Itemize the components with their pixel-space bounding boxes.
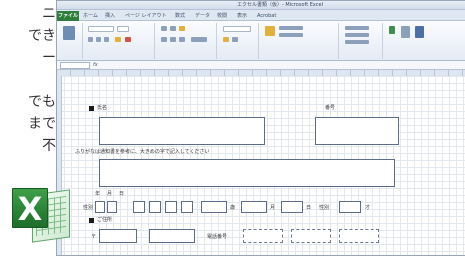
furigana-note: ふりがなは通知書を参考に、大きめの字で記入してください bbox=[75, 149, 210, 155]
cell-styles-icon[interactable] bbox=[279, 33, 303, 37]
editing-group bbox=[385, 23, 433, 59]
phone-label: 電話番号 bbox=[207, 234, 228, 240]
alignment-group bbox=[157, 23, 217, 59]
input-cell[interactable] bbox=[133, 201, 145, 213]
align-left-icon[interactable] bbox=[161, 37, 167, 42]
input-cell[interactable] bbox=[339, 201, 361, 213]
tab-home[interactable]: ホーム bbox=[83, 11, 98, 21]
number-group bbox=[219, 23, 259, 59]
align-right-icon[interactable] bbox=[179, 37, 185, 42]
tab-page-layout[interactable]: ページ レイアウト bbox=[125, 11, 167, 21]
underline-icon[interactable] bbox=[104, 37, 109, 42]
input-cell[interactable] bbox=[241, 201, 267, 213]
cells-group bbox=[341, 23, 383, 59]
unit-label: 日 bbox=[306, 205, 312, 211]
font-color-icon[interactable] bbox=[125, 37, 131, 42]
postal-code-field-2[interactable] bbox=[149, 229, 195, 243]
percent-icon[interactable] bbox=[232, 37, 238, 42]
date-label-year: 年 bbox=[95, 191, 101, 197]
unit-label: 性別 bbox=[319, 205, 330, 211]
align-top-icon[interactable] bbox=[161, 26, 167, 31]
tab-acrobat[interactable]: Acrobat bbox=[257, 11, 276, 21]
wrap-text-icon[interactable] bbox=[179, 26, 185, 31]
postal-mark: 〒 bbox=[91, 234, 97, 240]
input-cell[interactable] bbox=[181, 201, 193, 213]
article-line: ー bbox=[42, 50, 56, 66]
format-cells-icon[interactable] bbox=[345, 40, 369, 44]
font-size-select[interactable] bbox=[117, 26, 129, 32]
insert-cells-icon[interactable] bbox=[345, 26, 369, 30]
tab-insert[interactable]: 挿入 bbox=[105, 11, 115, 21]
unit-label: 才 bbox=[365, 205, 371, 211]
merge-center-icon[interactable] bbox=[191, 37, 207, 42]
quick-access-toolbar[interactable] bbox=[59, 2, 99, 17]
find-select-icon[interactable] bbox=[415, 26, 424, 38]
furigana-field[interactable] bbox=[99, 159, 395, 187]
article-line: でも bbox=[28, 94, 56, 110]
screenshot: ニ でき ー でも まで 不 エクセル書類（仮）- Microsoft Exce… bbox=[0, 0, 465, 256]
clipboard-group bbox=[59, 23, 83, 59]
unit-label: 月 bbox=[270, 205, 276, 211]
sum-icon[interactable] bbox=[389, 26, 395, 34]
ribbon bbox=[57, 21, 465, 61]
input-cell[interactable] bbox=[107, 201, 117, 213]
italic-icon[interactable] bbox=[96, 37, 101, 42]
formula-bar: fx bbox=[57, 61, 465, 70]
bold-icon[interactable] bbox=[88, 37, 93, 42]
name-field[interactable] bbox=[99, 117, 265, 145]
input-cell[interactable] bbox=[201, 201, 227, 213]
excel-logo-icon: X bbox=[12, 188, 72, 246]
article-line: ニ bbox=[42, 6, 56, 22]
section-marker bbox=[89, 218, 94, 223]
styles-group bbox=[261, 23, 339, 59]
window-controls bbox=[436, 2, 463, 17]
tab-formulas[interactable]: 数式 bbox=[175, 11, 185, 21]
address-label: ご住所 bbox=[97, 217, 113, 223]
paste-icon[interactable] bbox=[63, 26, 75, 40]
sort-filter-icon[interactable] bbox=[401, 26, 410, 38]
conditional-format-icon[interactable] bbox=[265, 26, 275, 36]
name-label: 氏名 bbox=[97, 105, 108, 111]
align-center-icon[interactable] bbox=[170, 37, 176, 42]
date-label-month: 月 bbox=[107, 191, 113, 197]
fill-color-icon[interactable] bbox=[115, 37, 121, 42]
tab-review[interactable]: 校閲 bbox=[217, 11, 227, 21]
number-format-select[interactable] bbox=[223, 26, 251, 32]
currency-icon[interactable] bbox=[223, 37, 229, 42]
input-cell[interactable] bbox=[95, 201, 105, 213]
input-cell[interactable] bbox=[281, 201, 303, 213]
window-title: エクセル書類（仮）- Microsoft Excel bbox=[237, 2, 323, 8]
tab-file[interactable]: ファイル bbox=[57, 11, 79, 21]
article-line: まで bbox=[28, 116, 56, 132]
article-line: 不 bbox=[42, 138, 56, 154]
tab-view[interactable]: 表示 bbox=[237, 11, 247, 21]
input-cell[interactable] bbox=[165, 201, 177, 213]
delete-cells-icon[interactable] bbox=[345, 33, 369, 37]
font-group bbox=[85, 23, 155, 59]
font-name-select[interactable] bbox=[88, 26, 114, 32]
date-label-day: 日 bbox=[119, 191, 125, 197]
phone-field-3[interactable] bbox=[339, 229, 379, 243]
section-marker bbox=[89, 106, 94, 111]
phone-field-1[interactable] bbox=[243, 229, 283, 243]
postal-code-field-1[interactable] bbox=[99, 229, 137, 243]
title-bar: エクセル書類（仮）- Microsoft Excel bbox=[57, 1, 465, 17]
function-icon[interactable]: fx bbox=[93, 61, 98, 70]
excel-window: エクセル書類（仮）- Microsoft Excel ファイル ホーム 挿入 ペ… bbox=[56, 0, 465, 256]
phone-field-2[interactable] bbox=[291, 229, 331, 243]
ribbon-tab-bar: ファイル ホーム 挿入 ページ レイアウト 数式 データ 校閲 表示 Acrob… bbox=[57, 10, 465, 21]
align-middle-icon[interactable] bbox=[170, 26, 176, 31]
gender-label: 性別 bbox=[83, 205, 94, 211]
article-line: でき bbox=[28, 28, 56, 44]
name-box[interactable] bbox=[60, 62, 90, 69]
format-table-icon[interactable] bbox=[279, 26, 303, 30]
tab-data[interactable]: データ bbox=[195, 11, 210, 21]
number-label: 番号 bbox=[325, 105, 336, 111]
number-field[interactable] bbox=[315, 117, 399, 145]
input-cell[interactable] bbox=[149, 201, 161, 213]
unit-label: 歳 bbox=[230, 205, 236, 211]
